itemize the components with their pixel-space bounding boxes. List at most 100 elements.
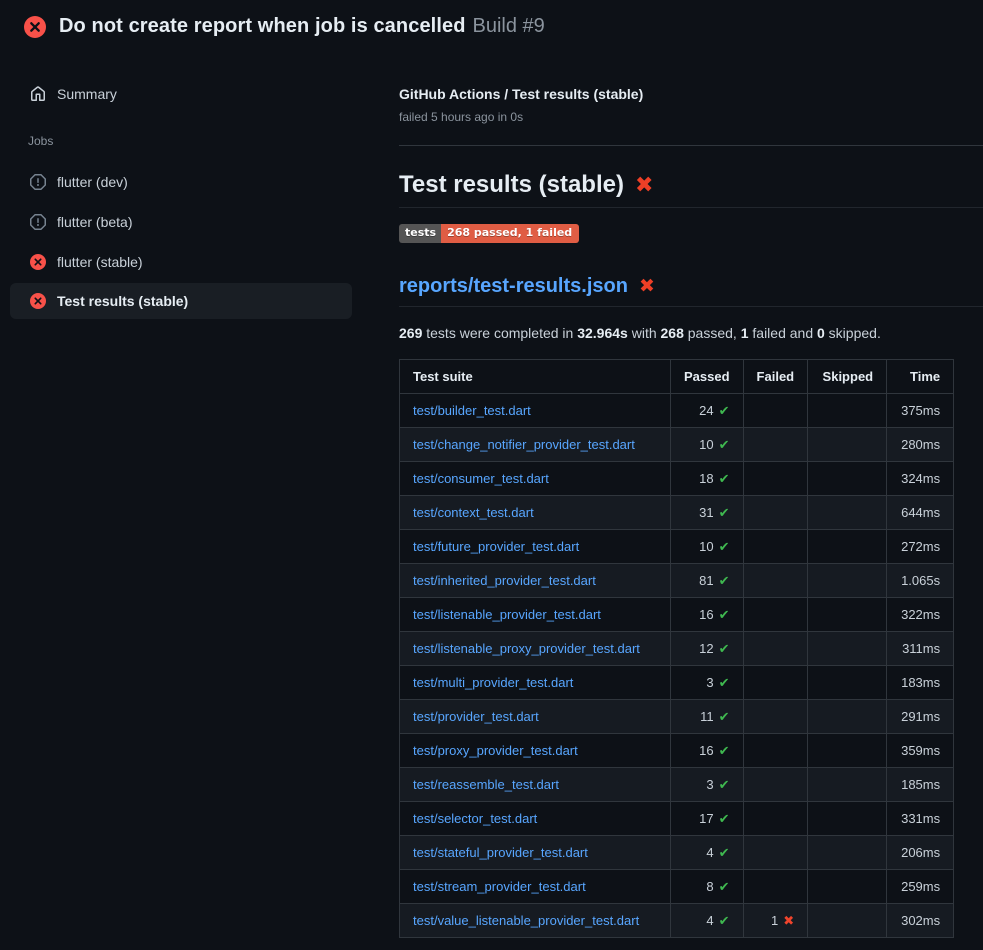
sidebar-item-job-test-results-stable-selected[interactable]: Test results (stable) bbox=[10, 283, 352, 319]
failed-cell bbox=[743, 632, 808, 666]
time-cell: 331ms bbox=[887, 802, 954, 836]
skipped-cell bbox=[808, 870, 887, 904]
test-suite-link[interactable]: test/builder_test.dart bbox=[413, 403, 531, 418]
table-row: test/provider_test.dart11✔291ms bbox=[400, 700, 954, 734]
report-file-link[interactable]: reports/test-results.json bbox=[399, 274, 628, 299]
table-row: test/future_provider_test.dart10✔272ms bbox=[400, 530, 954, 564]
skipped-cell bbox=[808, 632, 887, 666]
results-table-body: test/builder_test.dart24✔375mstest/chang… bbox=[400, 394, 954, 938]
time-cell: 280ms bbox=[887, 428, 954, 462]
test-suite-link[interactable]: test/future_provider_test.dart bbox=[413, 539, 579, 554]
job-label: Test results (stable) bbox=[57, 293, 188, 309]
test-suite-cell: test/provider_test.dart bbox=[400, 700, 671, 734]
report-heading: reports/test-results.json ✖ bbox=[399, 274, 983, 307]
time-cell: 644ms bbox=[887, 496, 954, 530]
skipped-cell bbox=[808, 836, 887, 870]
header-divider bbox=[399, 145, 983, 146]
table-header-row: Test suite Passed Failed Skipped Time bbox=[400, 360, 954, 394]
sidebar-item-summary[interactable]: Summary bbox=[0, 80, 362, 108]
test-suite-cell: test/stream_provider_test.dart bbox=[400, 870, 671, 904]
test-suite-link[interactable]: test/multi_provider_test.dart bbox=[413, 675, 573, 690]
test-suite-link[interactable]: test/listenable_provider_test.dart bbox=[413, 607, 601, 622]
passed-count: 4 bbox=[706, 913, 713, 928]
check-icon: ✔ bbox=[719, 607, 730, 622]
table-row: test/builder_test.dart24✔375ms bbox=[400, 394, 954, 428]
summary-text: skipped. bbox=[825, 325, 881, 341]
badge-label: tests bbox=[399, 224, 441, 243]
passed-cell: 31✔ bbox=[671, 496, 744, 530]
test-suite-link[interactable]: test/reassemble_test.dart bbox=[413, 777, 559, 792]
test-suite-link[interactable]: test/change_notifier_provider_test.dart bbox=[413, 437, 635, 452]
column-failed: Failed bbox=[743, 360, 808, 394]
test-suite-link[interactable]: test/value_listenable_provider_test.dart bbox=[413, 913, 639, 928]
time-cell: 1.065s bbox=[887, 564, 954, 598]
test-suite-link[interactable]: test/stateful_provider_test.dart bbox=[413, 845, 588, 860]
test-suite-link[interactable]: test/proxy_provider_test.dart bbox=[413, 743, 578, 758]
test-suite-cell: test/multi_provider_test.dart bbox=[400, 666, 671, 700]
passed-count: 10 bbox=[699, 437, 713, 452]
test-suite-link[interactable]: test/consumer_test.dart bbox=[413, 471, 549, 486]
test-suite-cell: test/listenable_provider_test.dart bbox=[400, 598, 671, 632]
main-content: GitHub Actions / Test results (stable) f… bbox=[399, 85, 983, 938]
stop-cancelled-icon bbox=[30, 214, 46, 230]
passed-cell: 16✔ bbox=[671, 598, 744, 632]
sidebar-item-job-flutter-stable[interactable]: flutter (stable) bbox=[0, 248, 362, 276]
time-cell: 206ms bbox=[887, 836, 954, 870]
skipped-cell bbox=[808, 700, 887, 734]
sidebar-item-job-flutter-beta[interactable]: flutter (beta) bbox=[0, 208, 362, 236]
passed-count: 8 bbox=[706, 879, 713, 894]
skipped-cell bbox=[808, 802, 887, 836]
skipped-cell bbox=[808, 734, 887, 768]
cross-icon: ✖ bbox=[783, 913, 794, 928]
test-suite-link[interactable]: test/context_test.dart bbox=[413, 505, 534, 520]
sidebar: Summary Jobs flutter (dev) flutter (beta… bbox=[0, 0, 375, 950]
failed-cell bbox=[743, 700, 808, 734]
home-icon bbox=[30, 86, 46, 102]
sidebar-item-job-flutter-dev[interactable]: flutter (dev) bbox=[0, 168, 362, 196]
passed-cell: 24 ✔ bbox=[671, 394, 744, 428]
failed-cell bbox=[743, 666, 808, 700]
time-cell: 311ms bbox=[887, 632, 954, 666]
job-label: flutter (dev) bbox=[57, 174, 128, 190]
table-row: test/change_notifier_provider_test.dart 1… bbox=[400, 428, 954, 462]
summary-text: passed, bbox=[684, 325, 741, 341]
passed-count: 3 bbox=[706, 675, 713, 690]
table-row: test/consumer_test.dart18✔324ms bbox=[400, 462, 954, 496]
test-suite-link[interactable]: test/selector_test.dart bbox=[413, 811, 537, 826]
check-icon: ✔ bbox=[719, 845, 730, 860]
check-icon: ✔ bbox=[719, 743, 730, 758]
passed-cell: 11✔ bbox=[671, 700, 744, 734]
test-suite-link[interactable]: test/listenable_proxy_provider_test.dart bbox=[413, 641, 640, 656]
test-suite-cell: test/context_test.dart bbox=[400, 496, 671, 530]
test-suite-cell: test/consumer_test.dart bbox=[400, 462, 671, 496]
test-suite-link[interactable]: test/inherited_provider_test.dart bbox=[413, 573, 596, 588]
test-suite-link[interactable]: test/provider_test.dart bbox=[413, 709, 539, 724]
test-suite-cell: test/value_listenable_provider_test.dart bbox=[400, 904, 671, 938]
table-row: test/listenable_proxy_provider_test.dart… bbox=[400, 632, 954, 666]
build-number: Build #9 bbox=[473, 15, 545, 38]
test-suite-cell: test/future_provider_test.dart bbox=[400, 530, 671, 564]
passed-cell: 10✔ bbox=[671, 530, 744, 564]
passed-cell: 4✔ bbox=[671, 904, 744, 938]
table-row: test/listenable_provider_test.dart16✔322… bbox=[400, 598, 954, 632]
passed-count: 16 bbox=[699, 743, 713, 758]
passed-cell: 3✔ bbox=[671, 768, 744, 802]
passed-count: 24 bbox=[699, 403, 713, 418]
check-icon: ✔ bbox=[719, 505, 730, 520]
check-icon: ✔ bbox=[719, 811, 730, 826]
skipped-cell bbox=[808, 496, 887, 530]
failed-cell bbox=[743, 530, 808, 564]
summary-duration: 32.964s bbox=[577, 325, 628, 341]
time-cell: 259ms bbox=[887, 870, 954, 904]
failed-cell bbox=[743, 462, 808, 496]
passed-count: 18 bbox=[699, 471, 713, 486]
stop-cancelled-icon bbox=[30, 174, 46, 190]
badge-value: 268 passed, 1 failed bbox=[441, 224, 579, 243]
sidebar-summary-label: Summary bbox=[57, 86, 117, 102]
check-icon: ✔ bbox=[719, 403, 730, 418]
test-suite-link[interactable]: test/stream_provider_test.dart bbox=[413, 879, 586, 894]
failed-count: 1 bbox=[771, 913, 778, 928]
failed-cell bbox=[743, 598, 808, 632]
passed-cell: 4✔ bbox=[671, 836, 744, 870]
column-time: Time bbox=[887, 360, 954, 394]
